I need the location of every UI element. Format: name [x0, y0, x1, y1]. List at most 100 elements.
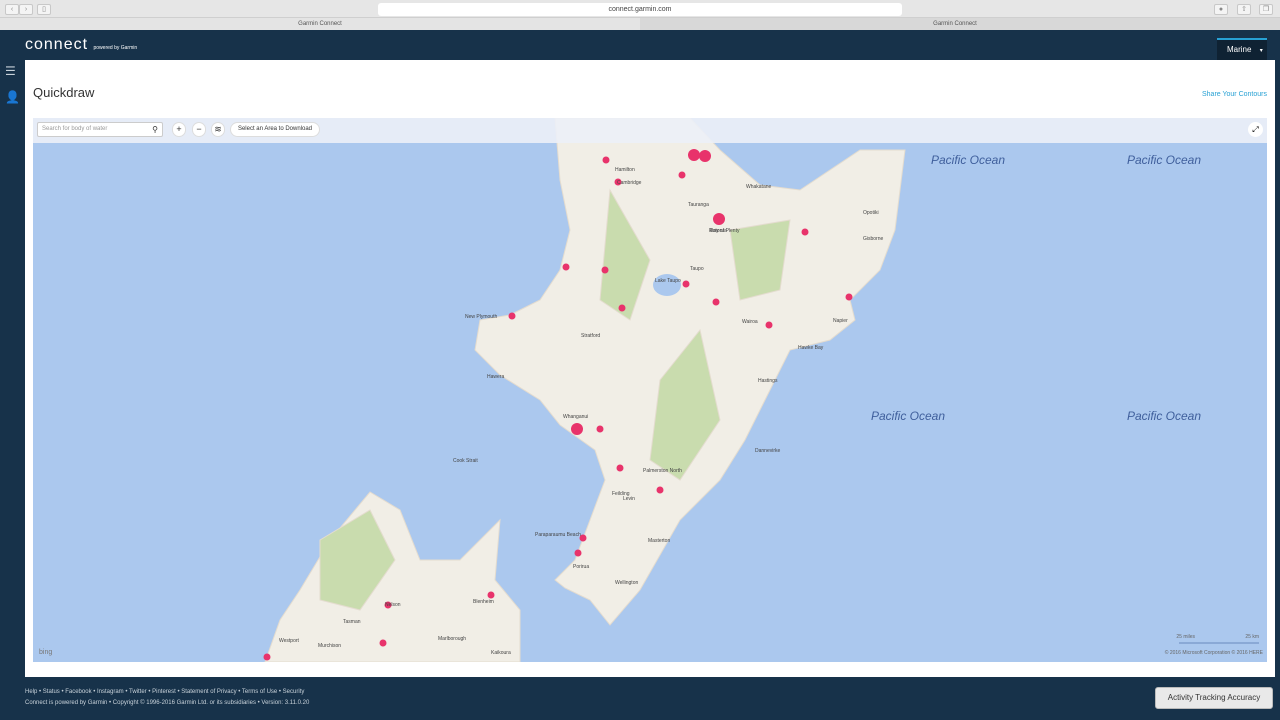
place-label: Whakatane	[746, 184, 772, 190]
place-label: Cambridge	[617, 180, 642, 186]
address-bar[interactable]: connect.garmin.com	[378, 3, 902, 16]
place-label: Bay of Plenty	[710, 228, 740, 234]
zoom-in-button[interactable]: +	[172, 122, 186, 137]
footer-links[interactable]: Help • Status • Facebook • Instagram • T…	[25, 689, 304, 695]
tabs-icon[interactable]: ❐	[1259, 4, 1273, 15]
back-button[interactable]: ‹	[5, 4, 19, 15]
place-label: Tasman	[343, 619, 361, 625]
ocean-label: Pacific Ocean	[871, 409, 946, 423]
south-island	[264, 491, 521, 662]
contour-marker[interactable]	[601, 266, 609, 274]
fullscreen-icon[interactable]: ⤢	[1248, 122, 1263, 137]
place-label: Hawke Bay	[798, 345, 824, 351]
share-icon[interactable]: ⇧	[1237, 4, 1251, 15]
contour-marker[interactable]	[801, 228, 809, 236]
contour-marker[interactable]	[263, 653, 271, 661]
layers-icon[interactable]: ≋	[211, 122, 225, 137]
logo-sub: powered by Garmin	[93, 45, 138, 51]
contour-marker[interactable]	[712, 298, 720, 306]
place-label: Porirua	[573, 564, 590, 570]
hamburger-menu-icon[interactable]: ☰	[5, 64, 16, 78]
map-attribution: © 2016 Microsoft Corporation © 2016 HERE	[1164, 650, 1263, 656]
download-icon[interactable]: ●	[1214, 4, 1228, 15]
tab-garmin-connect-2[interactable]: Garmin Connect	[640, 18, 1270, 30]
logo-text: connect	[25, 36, 89, 53]
scale-miles: 25 miles	[1176, 634, 1195, 640]
place-label: Dannevirke	[755, 448, 781, 454]
scale-bar	[1179, 642, 1259, 644]
place-label: Stratford	[581, 333, 601, 339]
place-label: Wellington	[615, 580, 639, 586]
chevron-down-icon: ▾	[1259, 48, 1263, 54]
contour-marker[interactable]	[713, 213, 725, 225]
place-label: Feilding	[612, 491, 630, 497]
place-label: Napier	[833, 318, 848, 324]
place-label: Hamilton	[615, 167, 635, 173]
bing-logo: bing	[39, 649, 53, 656]
app-header	[0, 30, 1280, 60]
place-label: Masterton	[648, 538, 671, 544]
contour-marker[interactable]	[845, 293, 853, 301]
scale-km: 25 km	[1245, 634, 1259, 640]
map-toolbar: Search for body of water ⚲ + − ≋ Select a…	[33, 118, 1267, 143]
place-label: Marlborough	[438, 636, 467, 642]
place-label: Kaikoura	[491, 650, 511, 656]
page-title: Quickdraw	[33, 85, 95, 100]
tab-garmin-connect[interactable]: Garmin Connect	[0, 18, 640, 30]
share-contours-link[interactable]: Share Your Contours	[1202, 91, 1267, 98]
contour-marker[interactable]	[562, 263, 570, 271]
ocean-label: Pacific Ocean	[1127, 153, 1202, 167]
place-label: Hawera	[487, 374, 505, 380]
map[interactable]: Search for body of water ⚲ + − ≋ Select a…	[33, 118, 1267, 662]
place-label: Palmerston North	[643, 468, 682, 474]
marine-menu[interactable]: Marine ▾	[1217, 38, 1267, 60]
place-label: Hastings	[758, 378, 778, 384]
contour-marker[interactable]	[682, 280, 690, 288]
place-label: Taupo	[690, 266, 704, 272]
place-label: Whanganui	[563, 414, 589, 420]
place-label: Cook Strait	[453, 458, 478, 464]
search-placeholder: Search for body of water	[42, 126, 108, 132]
contour-marker[interactable]	[618, 304, 626, 312]
contour-marker[interactable]	[487, 591, 495, 599]
select-area-button[interactable]: Select an Area to Download	[230, 122, 320, 137]
place-label: Nelson	[385, 602, 401, 608]
contour-marker[interactable]	[678, 171, 686, 179]
contour-marker[interactable]	[616, 464, 624, 472]
ocean-label: Pacific Ocean	[1127, 409, 1202, 423]
place-label: Wairoa	[742, 319, 758, 325]
user-icon[interactable]: 👤	[5, 90, 20, 104]
contour-marker[interactable]	[596, 425, 604, 433]
place-label: New Plymouth	[465, 314, 498, 320]
search-input[interactable]: Search for body of water ⚲	[37, 122, 163, 137]
contour-marker[interactable]	[508, 312, 516, 320]
main-content: Quickdraw Share Your Contours Search for…	[25, 60, 1275, 677]
map-canvas[interactable]	[33, 118, 1267, 662]
contour-marker[interactable]	[765, 321, 773, 329]
contour-marker[interactable]	[688, 149, 700, 161]
place-label: Murchison	[318, 643, 342, 649]
browser-toolbar: ‹ › ▯ connect.garmin.com ● ⇧ ❐	[0, 0, 1280, 18]
place-label: Opotiki	[863, 210, 879, 216]
contour-marker[interactable]	[699, 150, 711, 162]
zoom-out-button[interactable]: −	[192, 122, 206, 137]
tab-bar: Garmin Connect Garmin Connect	[0, 18, 1280, 30]
contour-marker[interactable]	[379, 639, 387, 647]
contour-marker[interactable]	[602, 156, 610, 164]
contour-marker[interactable]	[571, 423, 583, 435]
place-label: Westport	[279, 638, 299, 644]
ocean-label: Pacific Ocean	[931, 153, 1006, 167]
contour-marker[interactable]	[574, 549, 582, 557]
place-label: Gisborne	[863, 236, 884, 242]
place-label: Blenheim	[473, 599, 494, 605]
place-label: Paraparaumu Beach	[535, 532, 581, 538]
marine-label: Marine	[1227, 45, 1252, 54]
search-icon[interactable]: ⚲	[152, 123, 158, 136]
footer-copyright: Connect is powered by Garmin • Copyright…	[25, 700, 310, 706]
forward-button[interactable]: ›	[19, 4, 33, 15]
connect-logo[interactable]: connect powered by Garmin	[25, 36, 137, 54]
sidebar-toggle-button[interactable]: ▯	[37, 4, 51, 15]
place-label: Tauranga	[688, 202, 709, 208]
contour-marker[interactable]	[656, 486, 664, 494]
activity-tracking-accuracy-button[interactable]: Activity Tracking Accuracy	[1155, 687, 1273, 709]
